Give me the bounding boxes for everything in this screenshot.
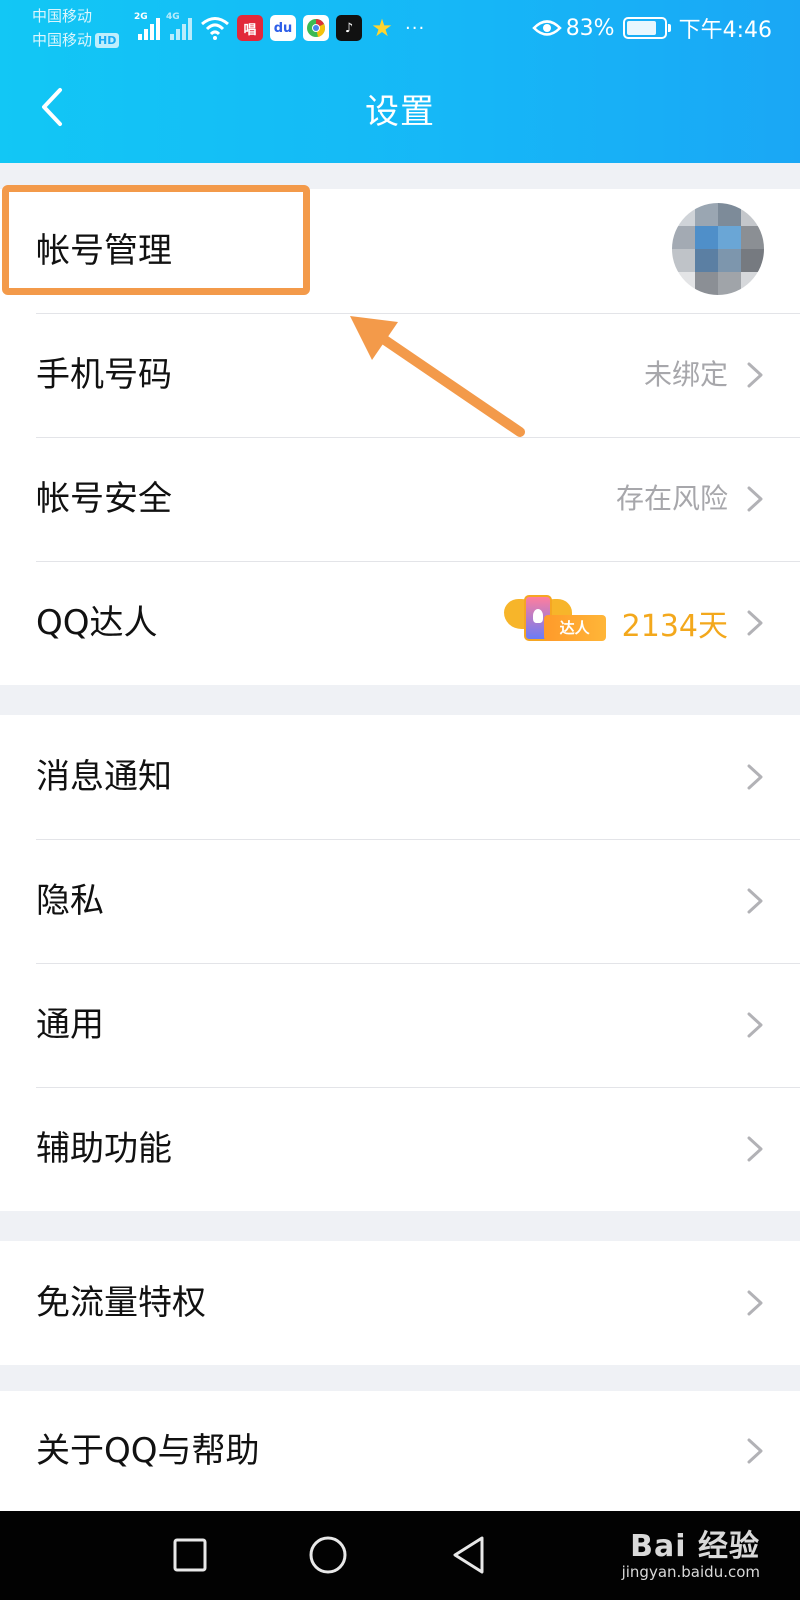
net-4g-label: 4G bbox=[166, 12, 180, 22]
status-bar: 中国移动 中国移动 HD 2G 4G 唱 du ♪ ★ ··· 83% 下午4:… bbox=[0, 0, 800, 56]
tiktok-icon: ♪ bbox=[336, 15, 362, 41]
back-triangle-icon bbox=[453, 1536, 484, 1574]
privacy-row[interactable]: 隐私 bbox=[0, 839, 800, 963]
chevron-right-icon bbox=[747, 486, 763, 512]
battery-percent: 83% bbox=[565, 15, 615, 41]
header: 中国移动 中国移动 HD 2G 4G 唱 du ♪ ★ ··· 83% 下午4:… bbox=[0, 0, 800, 163]
traffic-group: 免流量特权 bbox=[0, 1241, 800, 1365]
star-game-icon: ★ bbox=[371, 14, 393, 42]
chevron-right-icon bbox=[747, 1290, 763, 1316]
baidu-jingyan-watermark: Bai 经验 jingyan.baidu.com bbox=[622, 1521, 760, 1581]
chevron-right-icon bbox=[747, 610, 763, 636]
phone-number-value: 未绑定 bbox=[643, 358, 728, 391]
about-group: 关于QQ与帮助 bbox=[0, 1391, 800, 1515]
qq-daren-label: QQ达人 bbox=[36, 603, 158, 643]
watermark-url: jingyan.baidu.com bbox=[621, 1563, 760, 1581]
daren-days: 2134天 bbox=[621, 609, 728, 644]
battery-fill bbox=[626, 21, 657, 35]
signal-2g-icon: 2G bbox=[134, 12, 160, 40]
chevron-right-icon bbox=[747, 362, 763, 388]
netease-music-icon: 唱 bbox=[237, 15, 263, 41]
status-icons: 2G 4G 唱 du ♪ ★ ··· bbox=[134, 12, 426, 44]
phone-number-row[interactable]: 手机号码 未绑定 bbox=[0, 313, 800, 437]
about-help-label: 关于QQ与帮助 bbox=[36, 1431, 260, 1471]
recent-apps-icon bbox=[173, 1538, 207, 1572]
account-security-row[interactable]: 帐号安全 存在风险 bbox=[0, 437, 800, 561]
accessibility-label: 辅助功能 bbox=[36, 1129, 172, 1169]
chevron-right-icon bbox=[747, 764, 763, 790]
clock: 下午4:46 bbox=[678, 18, 772, 43]
qq-daren-row[interactable]: QQ达人 达人 2134天 bbox=[0, 561, 800, 685]
system-nav-bar: Bai 经验 jingyan.baidu.com bbox=[0, 1511, 800, 1600]
annotation-highlight-box bbox=[2, 185, 310, 295]
daren-badge-text: 达人 bbox=[543, 615, 606, 641]
chrome-icon bbox=[303, 15, 329, 41]
carrier-2: 中国移动 bbox=[32, 31, 93, 49]
chevron-right-icon bbox=[747, 888, 763, 914]
net-2g-label: 2G bbox=[134, 12, 148, 22]
chevron-right-icon bbox=[747, 1012, 763, 1038]
notifications-row[interactable]: 消息通知 bbox=[0, 715, 800, 839]
notifications-label: 消息通知 bbox=[36, 757, 172, 797]
carrier-1: 中国移动 bbox=[32, 7, 93, 25]
home-icon bbox=[309, 1536, 347, 1574]
carrier-info: 中国移动 中国移动 HD bbox=[32, 4, 120, 52]
back-nav-button[interactable] bbox=[446, 1533, 490, 1577]
phone-number-label: 手机号码 bbox=[36, 355, 172, 395]
free-traffic-label: 免流量特权 bbox=[36, 1283, 206, 1323]
avatar[interactable] bbox=[672, 203, 764, 295]
more-notifications-icon: ··· bbox=[405, 17, 426, 39]
accessibility-row[interactable]: 辅助功能 bbox=[0, 1087, 800, 1211]
free-traffic-row[interactable]: 免流量特权 bbox=[0, 1241, 800, 1365]
about-help-row[interactable]: 关于QQ与帮助 bbox=[0, 1391, 800, 1515]
general-label: 通用 bbox=[36, 1005, 104, 1045]
home-button[interactable] bbox=[306, 1533, 350, 1577]
baidu-icon: du bbox=[270, 15, 296, 41]
qq-daren-status: 达人 2134天 bbox=[503, 561, 728, 685]
signal-4g-icon: 4G bbox=[166, 12, 192, 40]
page-title: 设置 bbox=[365, 92, 435, 132]
watermark-main: Bai 经验 bbox=[630, 1529, 760, 1564]
chevron-right-icon bbox=[747, 1136, 763, 1162]
chevron-right-icon bbox=[747, 1438, 763, 1464]
battery-icon bbox=[622, 17, 671, 39]
general-group: 消息通知 隐私 通用 辅助功能 bbox=[0, 715, 800, 1211]
recent-apps-button[interactable] bbox=[168, 1533, 212, 1577]
hd-badge: HD bbox=[95, 33, 120, 48]
status-right: 83% 下午4:46 bbox=[531, 12, 772, 44]
account-security-value: 存在风险 bbox=[615, 482, 728, 515]
wifi-icon bbox=[201, 17, 229, 40]
account-security-label: 帐号安全 bbox=[36, 479, 172, 519]
privacy-label: 隐私 bbox=[36, 881, 104, 921]
title-bar: 设置 bbox=[0, 56, 800, 163]
eye-comfort-icon bbox=[531, 20, 562, 36]
general-row[interactable]: 通用 bbox=[0, 963, 800, 1087]
daren-badge-icon: 达人 bbox=[503, 595, 610, 651]
